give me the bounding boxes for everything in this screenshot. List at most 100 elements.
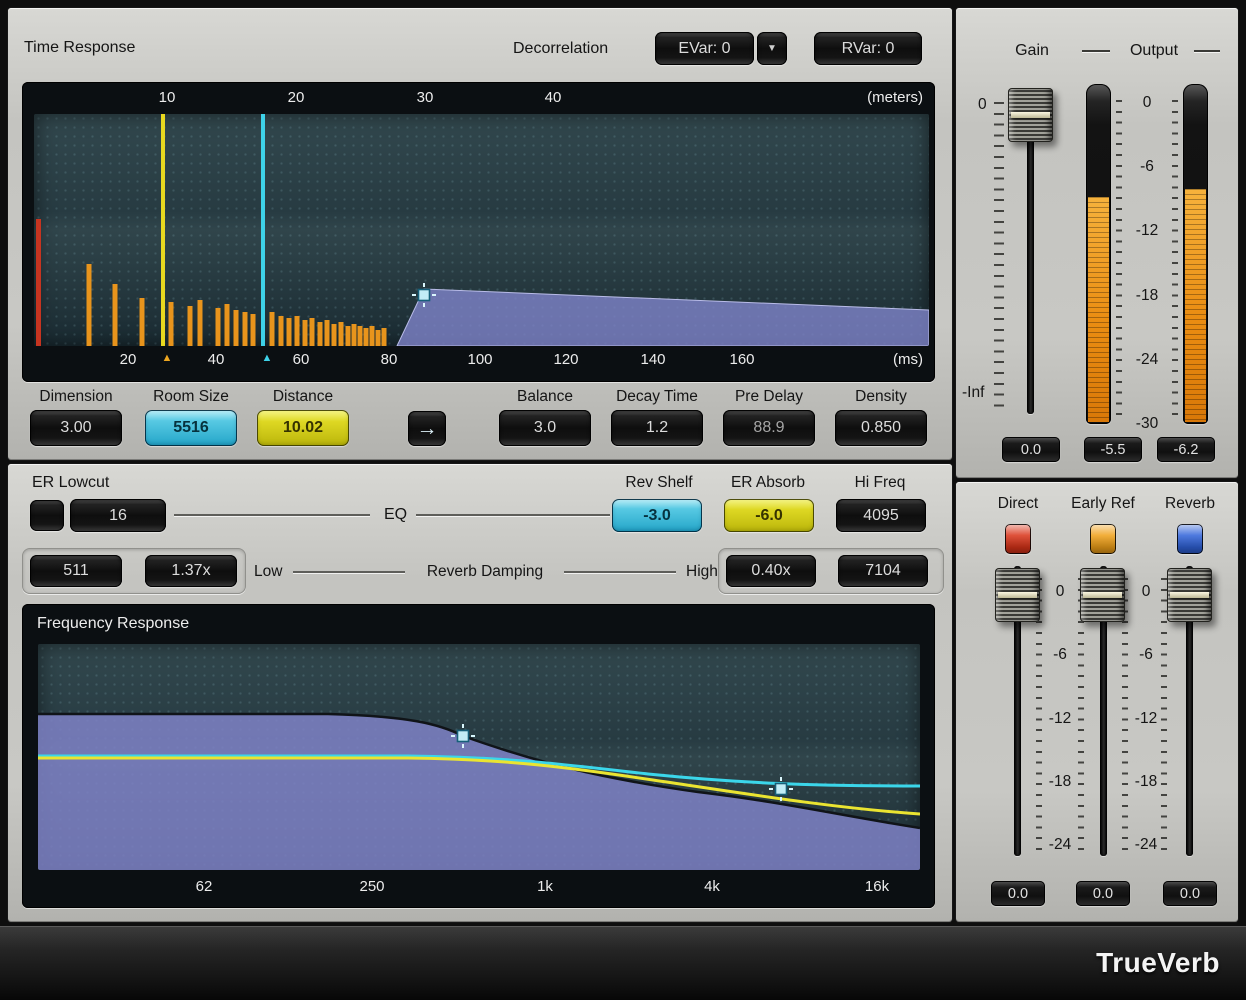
er-lowcut-value[interactable]: 16 xyxy=(70,499,166,532)
link-arrow-button[interactable]: → xyxy=(408,411,446,446)
room-size-label: Room Size xyxy=(153,388,229,406)
ms-tick-label: 40 xyxy=(208,351,225,368)
evar-value[interactable]: EVar: 0 xyxy=(655,32,754,65)
early-reflection-bar xyxy=(169,302,174,346)
early-reflection-bar xyxy=(188,306,193,346)
density-value[interactable]: 0.850 xyxy=(835,410,927,446)
rev-shelf-value[interactable]: -3.0 xyxy=(612,499,702,532)
reverb-marker-triangle-icon[interactable]: ▲ xyxy=(262,352,273,364)
early-reflection-bar xyxy=(352,324,357,346)
frequency-response-title: Frequency Response xyxy=(37,615,189,633)
direct-sound-bar xyxy=(36,219,41,346)
early-reflection-bar xyxy=(243,312,248,346)
er-lowcut-enable-button[interactable] xyxy=(30,500,64,531)
output-meter-right xyxy=(1183,84,1208,424)
early-reflection-bar xyxy=(279,316,284,346)
reverb-envelope[interactable] xyxy=(397,289,929,346)
early-reflections-marker[interactable] xyxy=(161,114,165,346)
ms-tick-label: 20 xyxy=(120,351,137,368)
early-ref-fader[interactable] xyxy=(1080,568,1125,622)
freq-tick-label: 250 xyxy=(359,878,384,895)
ms-unit-label: (ms) xyxy=(893,351,923,368)
freq-tick-label: 62 xyxy=(196,878,213,895)
damping-high-ratio-value[interactable]: 0.40x xyxy=(726,555,816,587)
meter-tick-marks xyxy=(1116,100,1122,424)
evar-dropdown-button[interactable]: ▼ xyxy=(757,32,787,65)
reverb-start-marker[interactable] xyxy=(261,114,265,346)
early-ref-button[interactable] xyxy=(1090,524,1116,554)
early-reflection-bar xyxy=(113,284,118,346)
rev-shelf-label: Rev Shelf xyxy=(625,474,692,492)
early-reflection-bar xyxy=(198,300,203,346)
room-size-value[interactable]: 5516 xyxy=(145,410,237,446)
early-reflection-bar xyxy=(303,320,308,346)
chevron-down-icon: ▼ xyxy=(767,43,777,54)
eq-handle-2[interactable] xyxy=(776,784,787,795)
reverb-button[interactable] xyxy=(1177,524,1203,554)
direct-button[interactable] xyxy=(1005,524,1031,554)
mixer-panel: Direct Early Ref Reverb 0 -6 -12 -18 -24… xyxy=(956,482,1238,922)
early-reflection-bar xyxy=(140,298,145,346)
density-label: Density xyxy=(855,388,907,406)
meter-scale-label: 0 xyxy=(1143,94,1152,112)
pre-delay-value[interactable]: 88.9 xyxy=(723,410,815,446)
damping-high-freq-value[interactable]: 7104 xyxy=(838,555,928,587)
early-reflection-bar xyxy=(251,314,256,346)
brand-logo: TrueVerb xyxy=(1096,947,1220,979)
direct-fader[interactable] xyxy=(995,568,1040,622)
distance-value[interactable]: 10.02 xyxy=(257,410,349,446)
reverb-envelope-handle[interactable] xyxy=(419,290,430,301)
output-left-readout[interactable]: -5.5 xyxy=(1084,437,1142,462)
reverb-eq-area[interactable] xyxy=(38,714,920,870)
hi-freq-label: Hi Freq xyxy=(855,474,906,492)
reverb-fader[interactable] xyxy=(1167,568,1212,622)
freq-tick-label: 16k xyxy=(865,878,889,895)
meters-unit-label: (meters) xyxy=(867,89,923,106)
meters-tick-label: 10 xyxy=(159,89,176,106)
early-reflection-bar xyxy=(310,318,315,346)
rvar-value[interactable]: RVar: 0 xyxy=(814,32,922,65)
er-absorb-value[interactable]: -6.0 xyxy=(724,499,814,532)
gain-label: Gain xyxy=(1015,42,1049,60)
eq-handle-1[interactable] xyxy=(458,731,469,742)
frequency-response-plot[interactable] xyxy=(38,644,920,870)
decorrelation-label: Decorrelation xyxy=(513,40,608,58)
mixer-scale-label: 0 xyxy=(1056,583,1065,601)
right-arrow-icon: → xyxy=(417,418,438,439)
meters-tick-label: 30 xyxy=(417,89,434,106)
early-reflection-bar xyxy=(332,324,337,346)
damping-low-freq-value[interactable]: 511 xyxy=(30,555,122,587)
ms-tick-label: 80 xyxy=(381,351,398,368)
early-reflection-bar xyxy=(339,322,344,346)
dimension-value[interactable]: 3.00 xyxy=(30,410,122,446)
plugin-window: Time Response Decorrelation EVar: 0 ▼ RV… xyxy=(0,0,1246,1000)
direct-readout[interactable]: 0.0 xyxy=(991,881,1045,906)
early-reflection-bar xyxy=(346,326,351,346)
dimension-label: Dimension xyxy=(39,388,112,406)
early-marker-triangle-icon[interactable]: ▲ xyxy=(162,352,173,364)
decoration-line xyxy=(1194,50,1220,52)
meter-scale-label: -30 xyxy=(1136,415,1158,433)
evar-control: EVar: 0 ▼ xyxy=(655,32,787,65)
damping-low-ratio-value[interactable]: 1.37x xyxy=(145,555,237,587)
meter-scale-label: -12 xyxy=(1136,222,1158,240)
output-right-readout[interactable]: -6.2 xyxy=(1157,437,1215,462)
decay-time-label: Decay Time xyxy=(616,388,698,406)
early-ref-readout[interactable]: 0.0 xyxy=(1076,881,1130,906)
ms-tick-label: 140 xyxy=(640,351,665,368)
output-meter-right-fill xyxy=(1185,189,1206,422)
early-ref-label: Early Ref xyxy=(1071,495,1135,513)
reverb-readout[interactable]: 0.0 xyxy=(1163,881,1217,906)
gain-readout[interactable]: 0.0 xyxy=(1002,437,1060,462)
eq-panel: ER Lowcut 16 EQ Rev Shelf -3.0 ER Absorb… xyxy=(8,464,952,922)
early-reflection-bar xyxy=(287,318,292,346)
decay-time-value[interactable]: 1.2 xyxy=(611,410,703,446)
meter-scale-label: -24 xyxy=(1136,351,1158,369)
hi-freq-value[interactable]: 4095 xyxy=(836,499,926,532)
early-reflection-bar xyxy=(234,310,239,346)
er-absorb-label: ER Absorb xyxy=(731,474,805,492)
balance-value[interactable]: 3.0 xyxy=(499,410,591,446)
time-response-plot[interactable] xyxy=(34,114,929,346)
gain-fader[interactable] xyxy=(1008,88,1053,142)
pre-delay-text: 88.9 xyxy=(753,419,784,437)
